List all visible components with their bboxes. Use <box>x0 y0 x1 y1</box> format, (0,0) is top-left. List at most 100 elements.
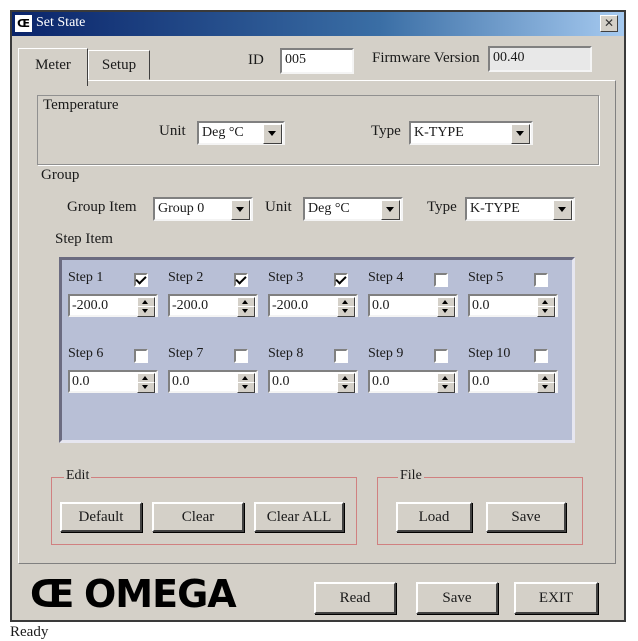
temperature-unit-label: Unit <box>159 123 186 139</box>
step-label: Step 2 <box>168 270 204 285</box>
step-label: Step 4 <box>368 270 404 285</box>
step-item-area: Step 1 -200.0 Step 2 -200.0 Step 3 -200.0 Step… <box>59 257 575 443</box>
step-value-spinner[interactable]: -200.0 <box>68 294 158 317</box>
default-button[interactable]: Default <box>60 502 142 532</box>
step-value-spinner[interactable]: 0.0 <box>168 370 258 393</box>
chevron-down-icon[interactable] <box>263 124 282 144</box>
step-checkbox[interactable] <box>434 273 448 287</box>
load-button[interactable]: Load <box>396 502 472 532</box>
step-checkbox[interactable] <box>134 273 148 287</box>
omega-logo: Œ OMEGA <box>30 572 306 616</box>
chevron-down-icon[interactable] <box>553 200 572 220</box>
spin-down-icon[interactable] <box>237 382 255 393</box>
temperature-type-label: Type <box>371 123 401 139</box>
step-value-spinner[interactable]: -200.0 <box>168 294 258 317</box>
tab-meter-label: Meter <box>35 57 71 73</box>
spin-down-icon[interactable] <box>537 382 555 393</box>
spin-down-icon[interactable] <box>337 382 355 393</box>
chevron-down-icon[interactable] <box>511 124 530 144</box>
file-save-button[interactable]: Save <box>486 502 566 532</box>
group-item-select[interactable]: Group 0 <box>153 197 253 221</box>
step-value: 0.0 <box>272 374 290 389</box>
step-value: 0.0 <box>472 374 490 389</box>
spin-down-icon[interactable] <box>137 382 155 393</box>
step-value: 0.0 <box>372 374 390 389</box>
set-state-window: Œ Set State ✕ Meter Setup ID 005 Firmwar… <box>10 10 626 622</box>
spin-down-icon[interactable] <box>537 306 555 317</box>
temperature-section-label: Temperature <box>43 97 122 114</box>
title-bar[interactable]: Œ Set State ✕ <box>12 12 624 36</box>
edit-groupbox: Edit Default Clear Clear ALL <box>51 468 357 545</box>
group-item-label: Group Item <box>67 199 137 215</box>
step-value: -200.0 <box>272 298 309 313</box>
step-value-spinner[interactable]: 0.0 <box>368 294 458 317</box>
tab-setup[interactable]: Setup <box>88 50 150 80</box>
step-value: 0.0 <box>372 298 390 313</box>
step-value-spinner[interactable]: 0.0 <box>268 370 358 393</box>
clear-all-button[interactable]: Clear ALL <box>254 502 344 532</box>
step-value-spinner[interactable]: -200.0 <box>268 294 358 317</box>
step-checkbox[interactable] <box>234 273 248 287</box>
step-value-spinner[interactable]: 0.0 <box>368 370 458 393</box>
id-label: ID <box>248 52 264 68</box>
step-label: Step 3 <box>268 270 304 285</box>
omega-logo-text: OMEGA <box>84 572 237 616</box>
step-value-spinner[interactable]: 0.0 <box>468 294 558 317</box>
step-checkbox[interactable] <box>334 273 348 287</box>
tab-setup-label: Setup <box>101 57 137 73</box>
step-item-label: Step Item <box>55 231 113 247</box>
file-legend: File <box>398 468 424 484</box>
file-groupbox: File Load Save <box>377 468 583 545</box>
spin-down-icon[interactable] <box>437 306 455 317</box>
step-label: Step 10 <box>468 346 511 361</box>
group-unit-select[interactable]: Deg °C <box>303 197 403 221</box>
step-value: -200.0 <box>172 298 209 313</box>
group-type-select[interactable]: K-TYPE <box>465 197 575 221</box>
step-value-spinner[interactable]: 0.0 <box>68 370 158 393</box>
step-label: Step 7 <box>168 346 204 361</box>
step-value: 0.0 <box>72 374 90 389</box>
step-value: 0.0 <box>172 374 190 389</box>
chevron-down-icon[interactable] <box>231 200 250 220</box>
firmware-field: 00.40 <box>488 46 592 72</box>
group-type-label: Type <box>427 199 457 215</box>
save-button[interactable]: Save <box>416 582 498 614</box>
group-item-value: Group 0 <box>158 201 205 216</box>
group-section-label: Group <box>41 167 80 183</box>
exit-button[interactable]: EXIT <box>514 582 598 614</box>
status-bar-text: Ready <box>10 624 49 640</box>
step-checkbox[interactable] <box>334 349 348 363</box>
tab-meter[interactable]: Meter <box>18 48 88 86</box>
step-value: -200.0 <box>72 298 109 313</box>
spin-down-icon[interactable] <box>137 306 155 317</box>
firmware-label: Firmware Version <box>372 50 480 66</box>
edit-legend: Edit <box>64 468 92 484</box>
spin-down-icon[interactable] <box>437 382 455 393</box>
spin-down-icon[interactable] <box>337 306 355 317</box>
omega-logo-mark: Œ <box>30 572 74 616</box>
step-value-spinner[interactable]: 0.0 <box>468 370 558 393</box>
temperature-type-select[interactable]: K-TYPE <box>409 121 533 145</box>
window-title: Set State <box>36 15 86 30</box>
close-button[interactable]: ✕ <box>600 15 618 32</box>
step-label: Step 9 <box>368 346 404 361</box>
step-checkbox[interactable] <box>534 273 548 287</box>
step-checkbox[interactable] <box>234 349 248 363</box>
app-icon: Œ <box>15 15 32 32</box>
chevron-down-icon[interactable] <box>381 200 400 220</box>
step-label: Step 5 <box>468 270 504 285</box>
temperature-unit-value: Deg °C <box>202 125 244 140</box>
read-button[interactable]: Read <box>314 582 396 614</box>
spin-down-icon[interactable] <box>237 306 255 317</box>
group-unit-value: Deg °C <box>308 201 350 216</box>
group-type-value: K-TYPE <box>470 201 520 216</box>
temperature-type-value: K-TYPE <box>414 125 464 140</box>
step-value: 0.0 <box>472 298 490 313</box>
id-field[interactable]: 005 <box>280 48 354 74</box>
meter-tab-panel: Temperature Unit Deg °C Type K-TYPE Grou… <box>18 80 616 564</box>
temperature-unit-select[interactable]: Deg °C <box>197 121 285 145</box>
clear-button[interactable]: Clear <box>152 502 244 532</box>
step-checkbox[interactable] <box>434 349 448 363</box>
step-checkbox[interactable] <box>534 349 548 363</box>
step-checkbox[interactable] <box>134 349 148 363</box>
